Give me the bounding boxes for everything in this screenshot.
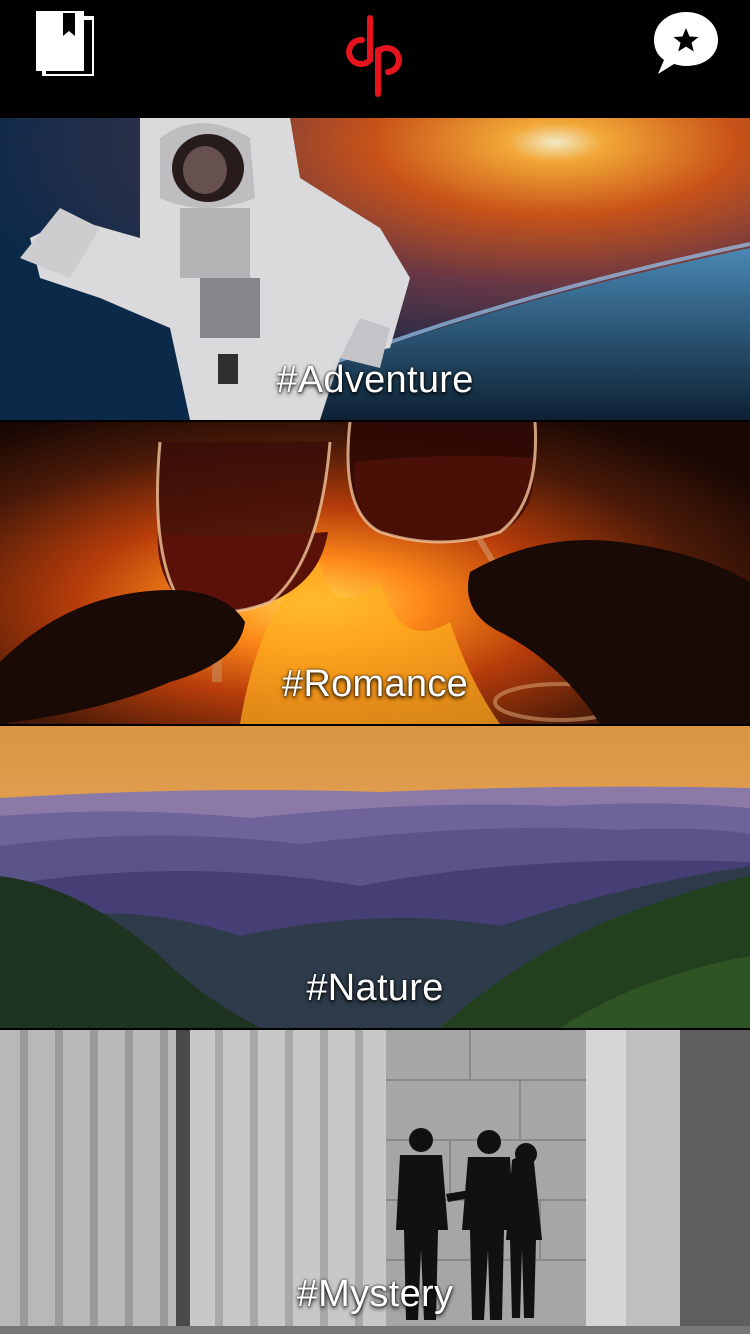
app-logo-icon bbox=[346, 15, 402, 97]
genre-label: #Nature bbox=[306, 967, 444, 1009]
genre-card-nature[interactable]: #Nature bbox=[0, 726, 750, 1028]
genre-card-adventure[interactable]: #Adventure bbox=[0, 118, 750, 420]
book-library-icon[interactable] bbox=[36, 10, 94, 76]
genre-label: #Mystery bbox=[296, 1273, 454, 1315]
top-bar bbox=[0, 0, 750, 118]
genre-label: #Romance bbox=[281, 663, 469, 705]
genre-label: #Adventure bbox=[276, 359, 474, 401]
speech-bubble-star-icon[interactable] bbox=[652, 10, 720, 76]
genre-card-romance[interactable]: #Romance bbox=[0, 422, 750, 724]
genre-card-mystery[interactable]: #Mystery bbox=[0, 1030, 750, 1334]
